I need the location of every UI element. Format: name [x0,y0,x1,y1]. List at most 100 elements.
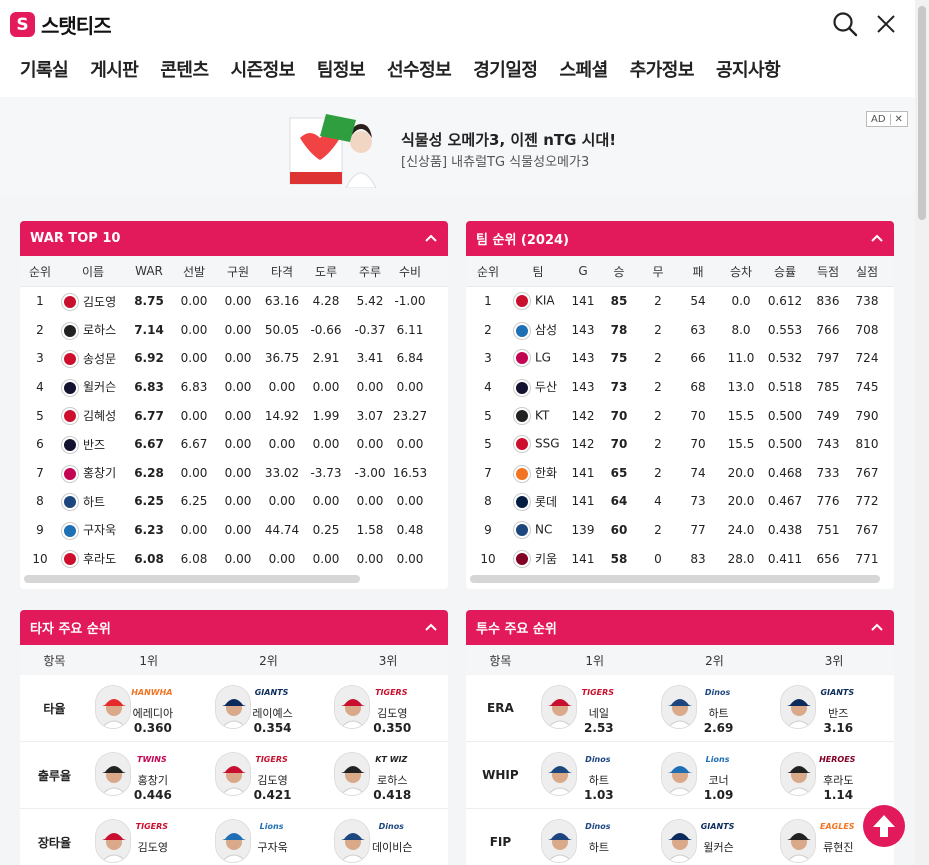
table-row[interactable]: 7 한화 141 65 2 74 20.0 0.468 733 767 [466,459,894,488]
player-photo[interactable] [214,684,251,729]
player-photo[interactable] [780,818,817,863]
player-photo[interactable] [94,684,131,729]
team-cell[interactable]: 한화 [510,464,566,482]
player-name[interactable]: 구자욱 [83,523,116,537]
player-photo[interactable] [334,684,371,729]
player-name[interactable]: 김도영 [131,839,175,855]
page-scrollbar-thumb[interactable] [918,6,926,220]
table-row[interactable]: 8 하트 6.25 6.25 0.00 0.00 0.00 0.00 0.00 [20,487,448,516]
search-icon[interactable] [831,10,859,38]
nav-item[interactable]: 추가정보 [630,56,695,82]
player-name[interactable]: 레이예스 [251,705,295,721]
standings-col-header[interactable]: 득점 [806,263,850,280]
leader-player[interactable]: Lions 구자욱 [209,809,329,865]
standings-col-header[interactable]: 패 [678,263,718,280]
war-col-header[interactable]: 도루 [304,263,348,280]
player-name[interactable]: 류현진 [816,839,860,855]
leader-player[interactable]: KT WIZ 로하스 0.418 [328,742,448,809]
leader-player[interactable]: TIGERS 김도영 0.350 [328,675,448,742]
chevron-up-icon[interactable] [424,620,438,634]
standings-col-header[interactable]: 순위 [466,263,510,280]
table-row[interactable]: 8 롯데 141 64 4 73 20.0 0.467 776 772 [466,487,894,516]
standings-col-header[interactable]: G [566,264,600,278]
player-photo[interactable] [94,818,131,863]
player-name[interactable]: 후라도 [83,552,116,566]
standings-hscroll[interactable] [470,575,880,583]
table-row[interactable]: 1 KIA 141 85 2 54 0.0 0.612 836 738 [466,287,894,316]
player-name[interactable]: 하트 [577,839,621,855]
war-col-header[interactable]: 수비 [392,263,428,280]
player-name[interactable]: 윌커슨 [83,380,116,394]
page-scrollbar[interactable] [915,0,929,865]
leader-player[interactable]: TWINS 홍창기 0.446 [89,742,209,809]
ad-close-icon[interactable]: ✕ [889,113,907,125]
player-name[interactable]: 로하스 [83,323,116,337]
war-col-header[interactable]: 순위 [20,263,60,280]
war-col-header[interactable]: 이름 [60,263,126,280]
table-row[interactable]: 10 키움 141 58 0 83 28.0 0.411 656 771 [466,544,894,573]
team-name[interactable]: KIA [535,294,555,308]
pitching-panel-header[interactable]: 투수 주요 순위 [466,610,894,645]
player-name-cell[interactable]: 윌커슨 [60,378,126,396]
player-name[interactable]: 홍창기 [131,772,175,788]
table-row[interactable]: 4 두산 143 73 2 68 13.0 0.518 785 745 [466,373,894,402]
standings-col-header[interactable]: 승률 [764,263,806,280]
table-row[interactable]: 2 삼성 143 78 2 63 8.0 0.553 766 708 [466,316,894,345]
ad-title[interactable]: 식물성 오메가3, 이젠 nTG 시대! [401,129,616,150]
player-name[interactable]: 에레디아 [131,705,175,721]
leader-player[interactable]: TIGERS 김도영 0.421 [209,742,329,809]
standings-col-header[interactable]: 승차 [718,263,764,280]
nav-item[interactable]: 팀정보 [317,56,366,82]
player-photo[interactable] [780,684,817,729]
team-name[interactable]: LG [535,351,551,365]
leader-player[interactable]: GIANTS 반즈 3.16 [774,675,894,742]
player-name[interactable]: 코너 [697,772,741,788]
leader-player[interactable]: GIANTS 레이예스 0.354 [209,675,329,742]
table-row[interactable]: 5 KT 142 70 2 70 15.5 0.500 749 790 [466,401,894,430]
leader-player[interactable]: TIGERS 김도영 [89,809,209,865]
table-row[interactable]: 5 SSG 142 70 2 70 15.5 0.500 743 810 [466,430,894,459]
player-photo[interactable] [660,818,697,863]
table-row[interactable]: 9 구자욱 6.23 0.00 0.00 44.74 0.25 1.58 0.48 [20,516,448,545]
player-name[interactable]: 송성문 [83,352,116,366]
war-col-header[interactable]: 타격 [260,263,304,280]
leader-player[interactable]: HANWHA 에레디아 0.360 [89,675,209,742]
player-name[interactable]: 윌커슨 [697,839,741,855]
player-name[interactable]: 하트 [577,772,621,788]
batting-panel-header[interactable]: 타자 주요 순위 [20,610,448,645]
player-name[interactable]: 하트 [83,495,105,509]
player-photo[interactable] [540,684,577,729]
leader-player[interactable]: TIGERS 네일 2.53 [535,675,655,742]
table-row[interactable]: 9 NC 139 60 2 77 24.0 0.438 751 767 [466,516,894,545]
standings-col-header[interactable]: 무 [638,263,678,280]
standings-col-header[interactable]: 승 [600,263,638,280]
nav-item[interactable]: 게시판 [90,56,139,82]
table-row[interactable]: 6 반즈 6.67 6.67 0.00 0.00 0.00 0.00 0.00 [20,430,448,459]
table-row[interactable]: 4 윌커슨 6.83 6.83 0.00 0.00 0.00 0.00 0.00 [20,373,448,402]
ad-product-image[interactable] [286,112,386,189]
stat-label[interactable]: 장타율 [20,834,89,851]
team-name[interactable]: 롯데 [535,495,557,509]
ad-subtitle[interactable]: [신상품] 내츄럴TG 식물성오메가3 [401,151,589,170]
standings-col-header[interactable]: 팀 [510,263,566,280]
team-cell[interactable]: 키움 [510,550,566,568]
table-row[interactable]: 10 후라도 6.08 6.08 0.00 0.00 0.00 0.00 0.00 [20,544,448,573]
player-name[interactable]: 홍창기 [83,466,116,480]
player-name-cell[interactable]: 반즈 [60,436,126,454]
team-cell[interactable]: NC [510,522,566,539]
team-cell[interactable]: LG [510,350,566,367]
standings-col-header[interactable]: 실점 [850,263,884,280]
stat-label[interactable]: 출루율 [20,767,89,784]
stat-label[interactable]: FIP [466,835,535,849]
player-name-cell[interactable]: 하트 [60,493,126,511]
player-photo[interactable] [334,751,371,796]
player-photo[interactable] [660,751,697,796]
team-cell[interactable]: KT [510,407,566,424]
player-name-cell[interactable]: 로하스 [60,321,126,339]
player-name[interactable]: 김도영 [83,295,116,309]
player-photo[interactable] [214,818,251,863]
player-photo[interactable] [780,751,817,796]
nav-item[interactable]: 스페셜 [560,56,609,82]
player-name[interactable]: 김도영 [251,772,295,788]
site-logo[interactable]: S 스탯티즈 [10,10,112,39]
